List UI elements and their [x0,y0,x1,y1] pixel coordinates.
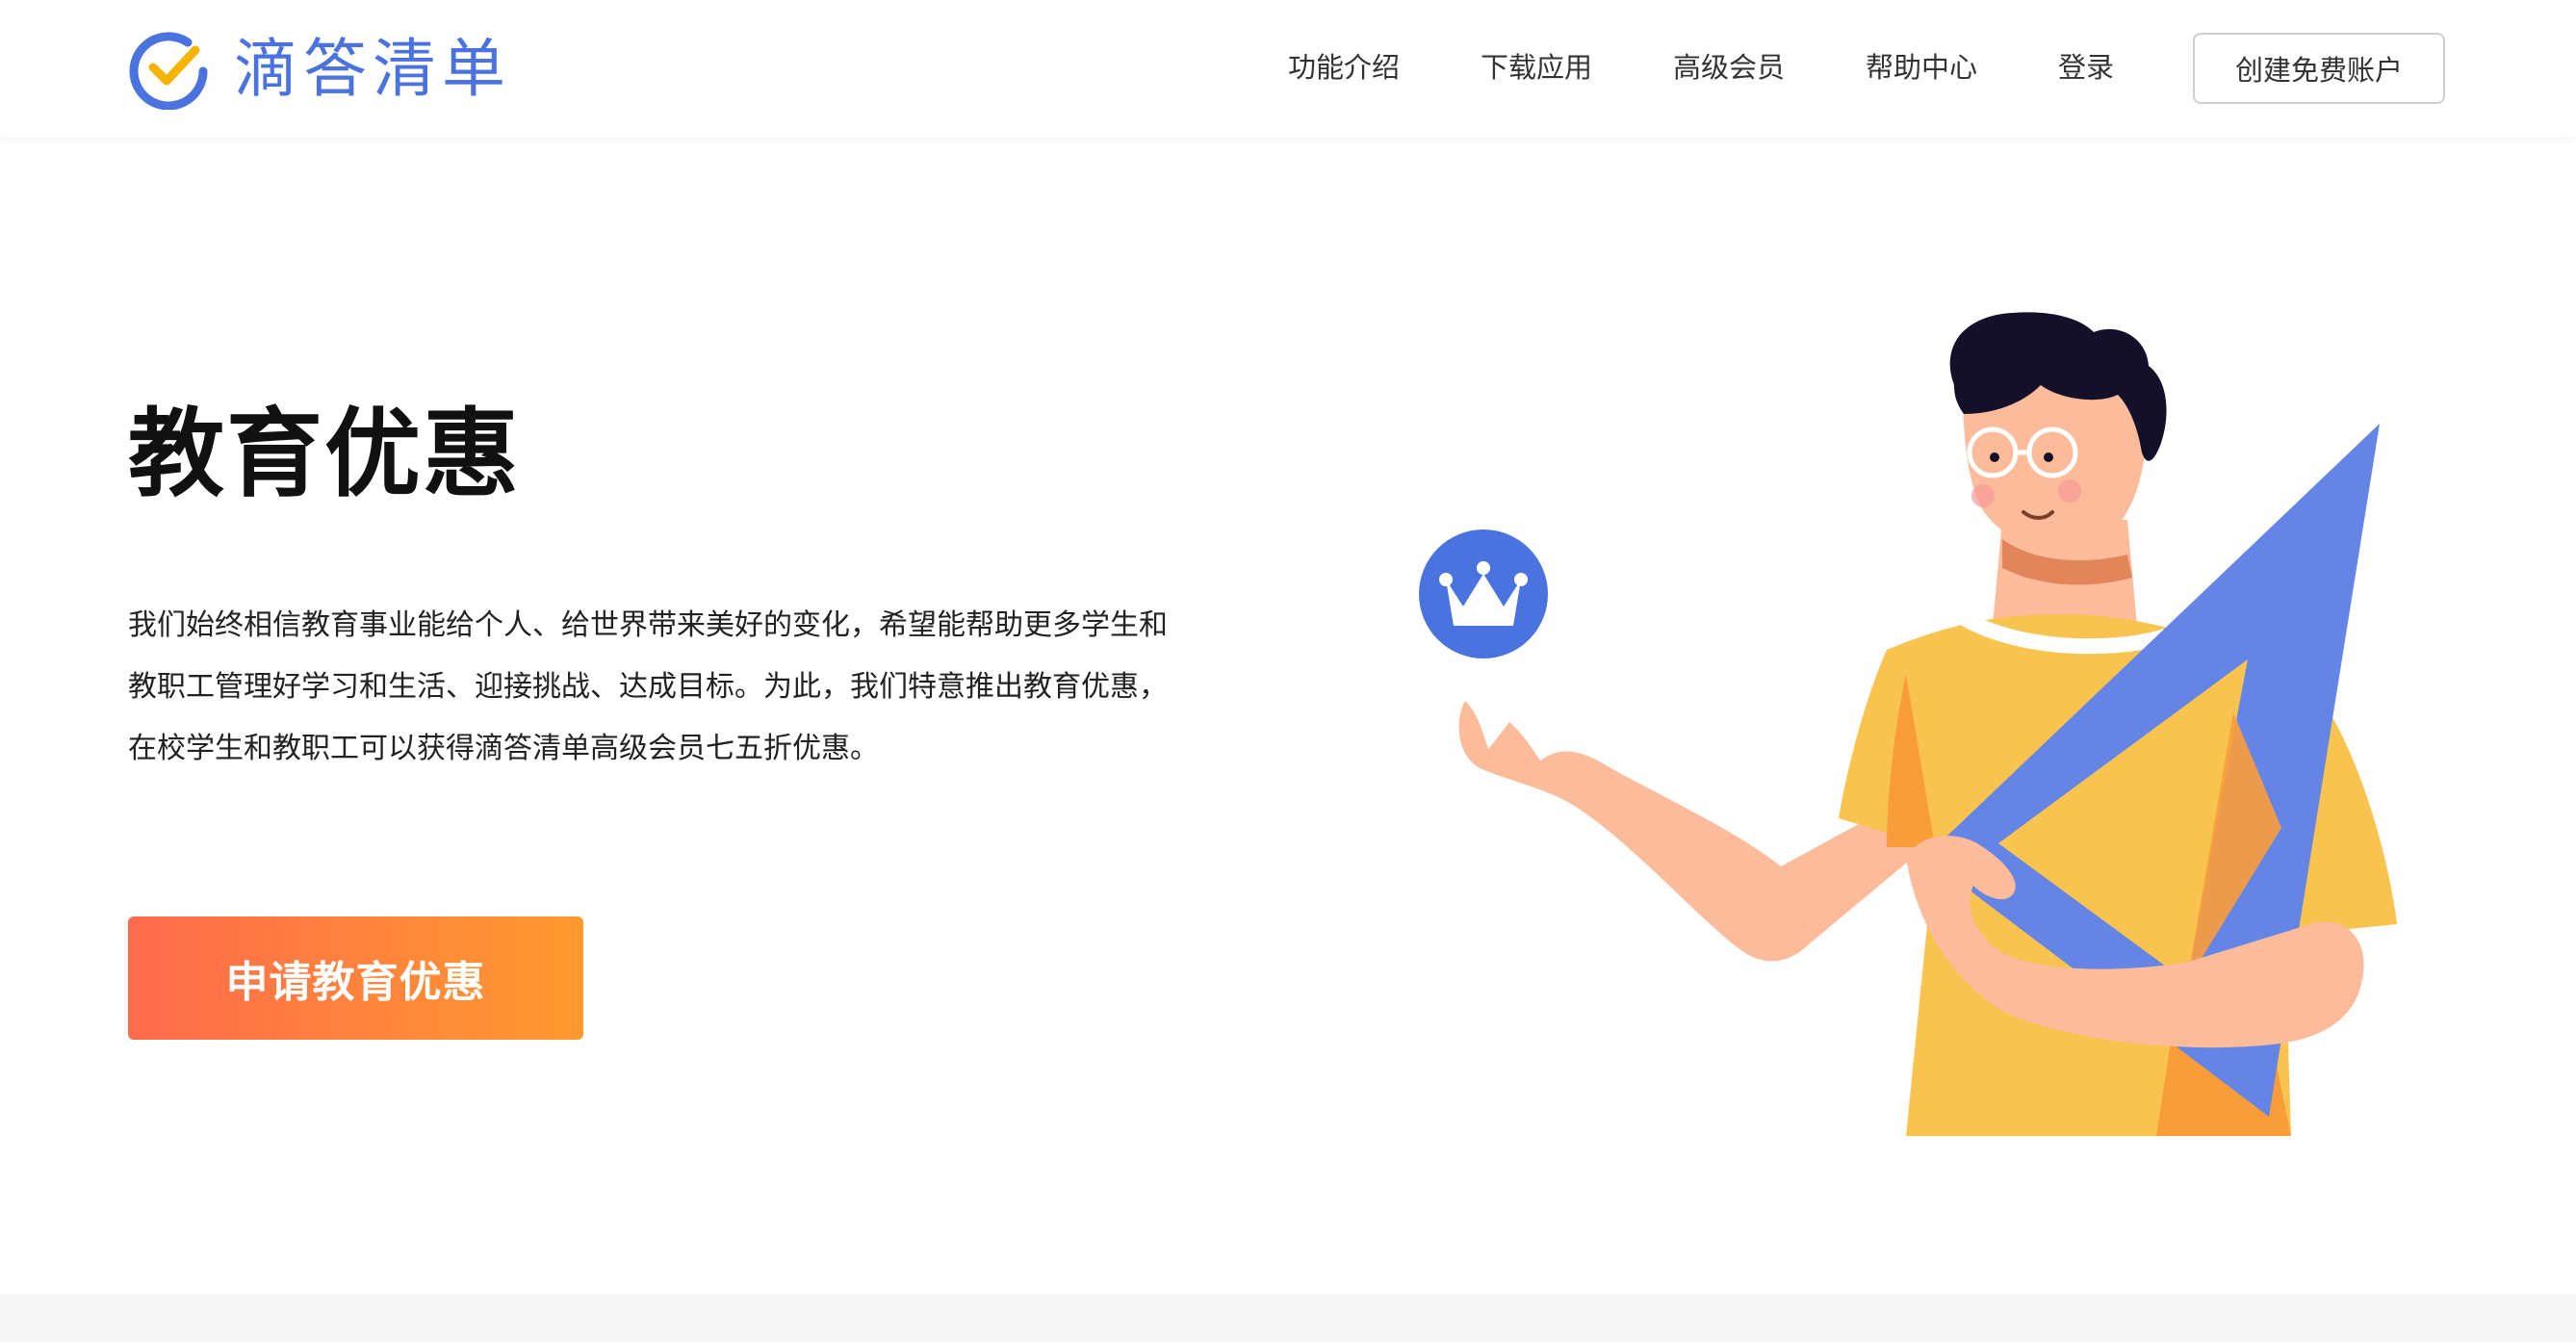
hero-description: 我们始终相信教育事业能给个人、给世界带来美好的变化，希望能帮助更多学生和 教职工… [128,595,1264,780]
apply-education-discount-button[interactable]: 申请教育优惠 [128,916,583,1040]
nav-item-help[interactable]: 帮助中心 [1866,46,1977,89]
page-title: 教育优惠 [128,398,521,510]
crown-badge [1419,529,1548,658]
description-line: 教职工管理好学习和生活、迎接挑战、达成目标。为此，我们特意推出教育优惠， [128,670,1168,704]
create-account-button[interactable]: 创建免费账户 [2193,33,2445,104]
description-line: 在校学生和教职工可以获得滴答清单高级会员七五折优惠。 [128,732,879,765]
footer-strip [0,1294,2576,1342]
character [1458,312,2397,1136]
main-nav: 功能介绍 下载应用 高级会员 帮助中心 登录 创建免费账户 [0,0,2576,138]
nav-item-premium[interactable]: 高级会员 [1673,46,1785,89]
description-line: 我们始终相信教育事业能给个人、给世界带来美好的变化，希望能帮助更多学生和 [128,608,1168,642]
nav-item-download[interactable]: 下载应用 [1481,46,1592,89]
hero-illustration [1419,312,2397,1136]
nav-item-login[interactable]: 登录 [2058,46,2114,89]
page: 滴答清单 功能介绍 下载应用 高级会员 帮助中心 登录 创建免费账户 教育优惠 … [0,0,2576,1342]
top-navbar: 滴答清单 功能介绍 下载应用 高级会员 帮助中心 登录 创建免费账户 [0,0,2576,138]
nav-item-features[interactable]: 功能介绍 [1288,46,1400,89]
